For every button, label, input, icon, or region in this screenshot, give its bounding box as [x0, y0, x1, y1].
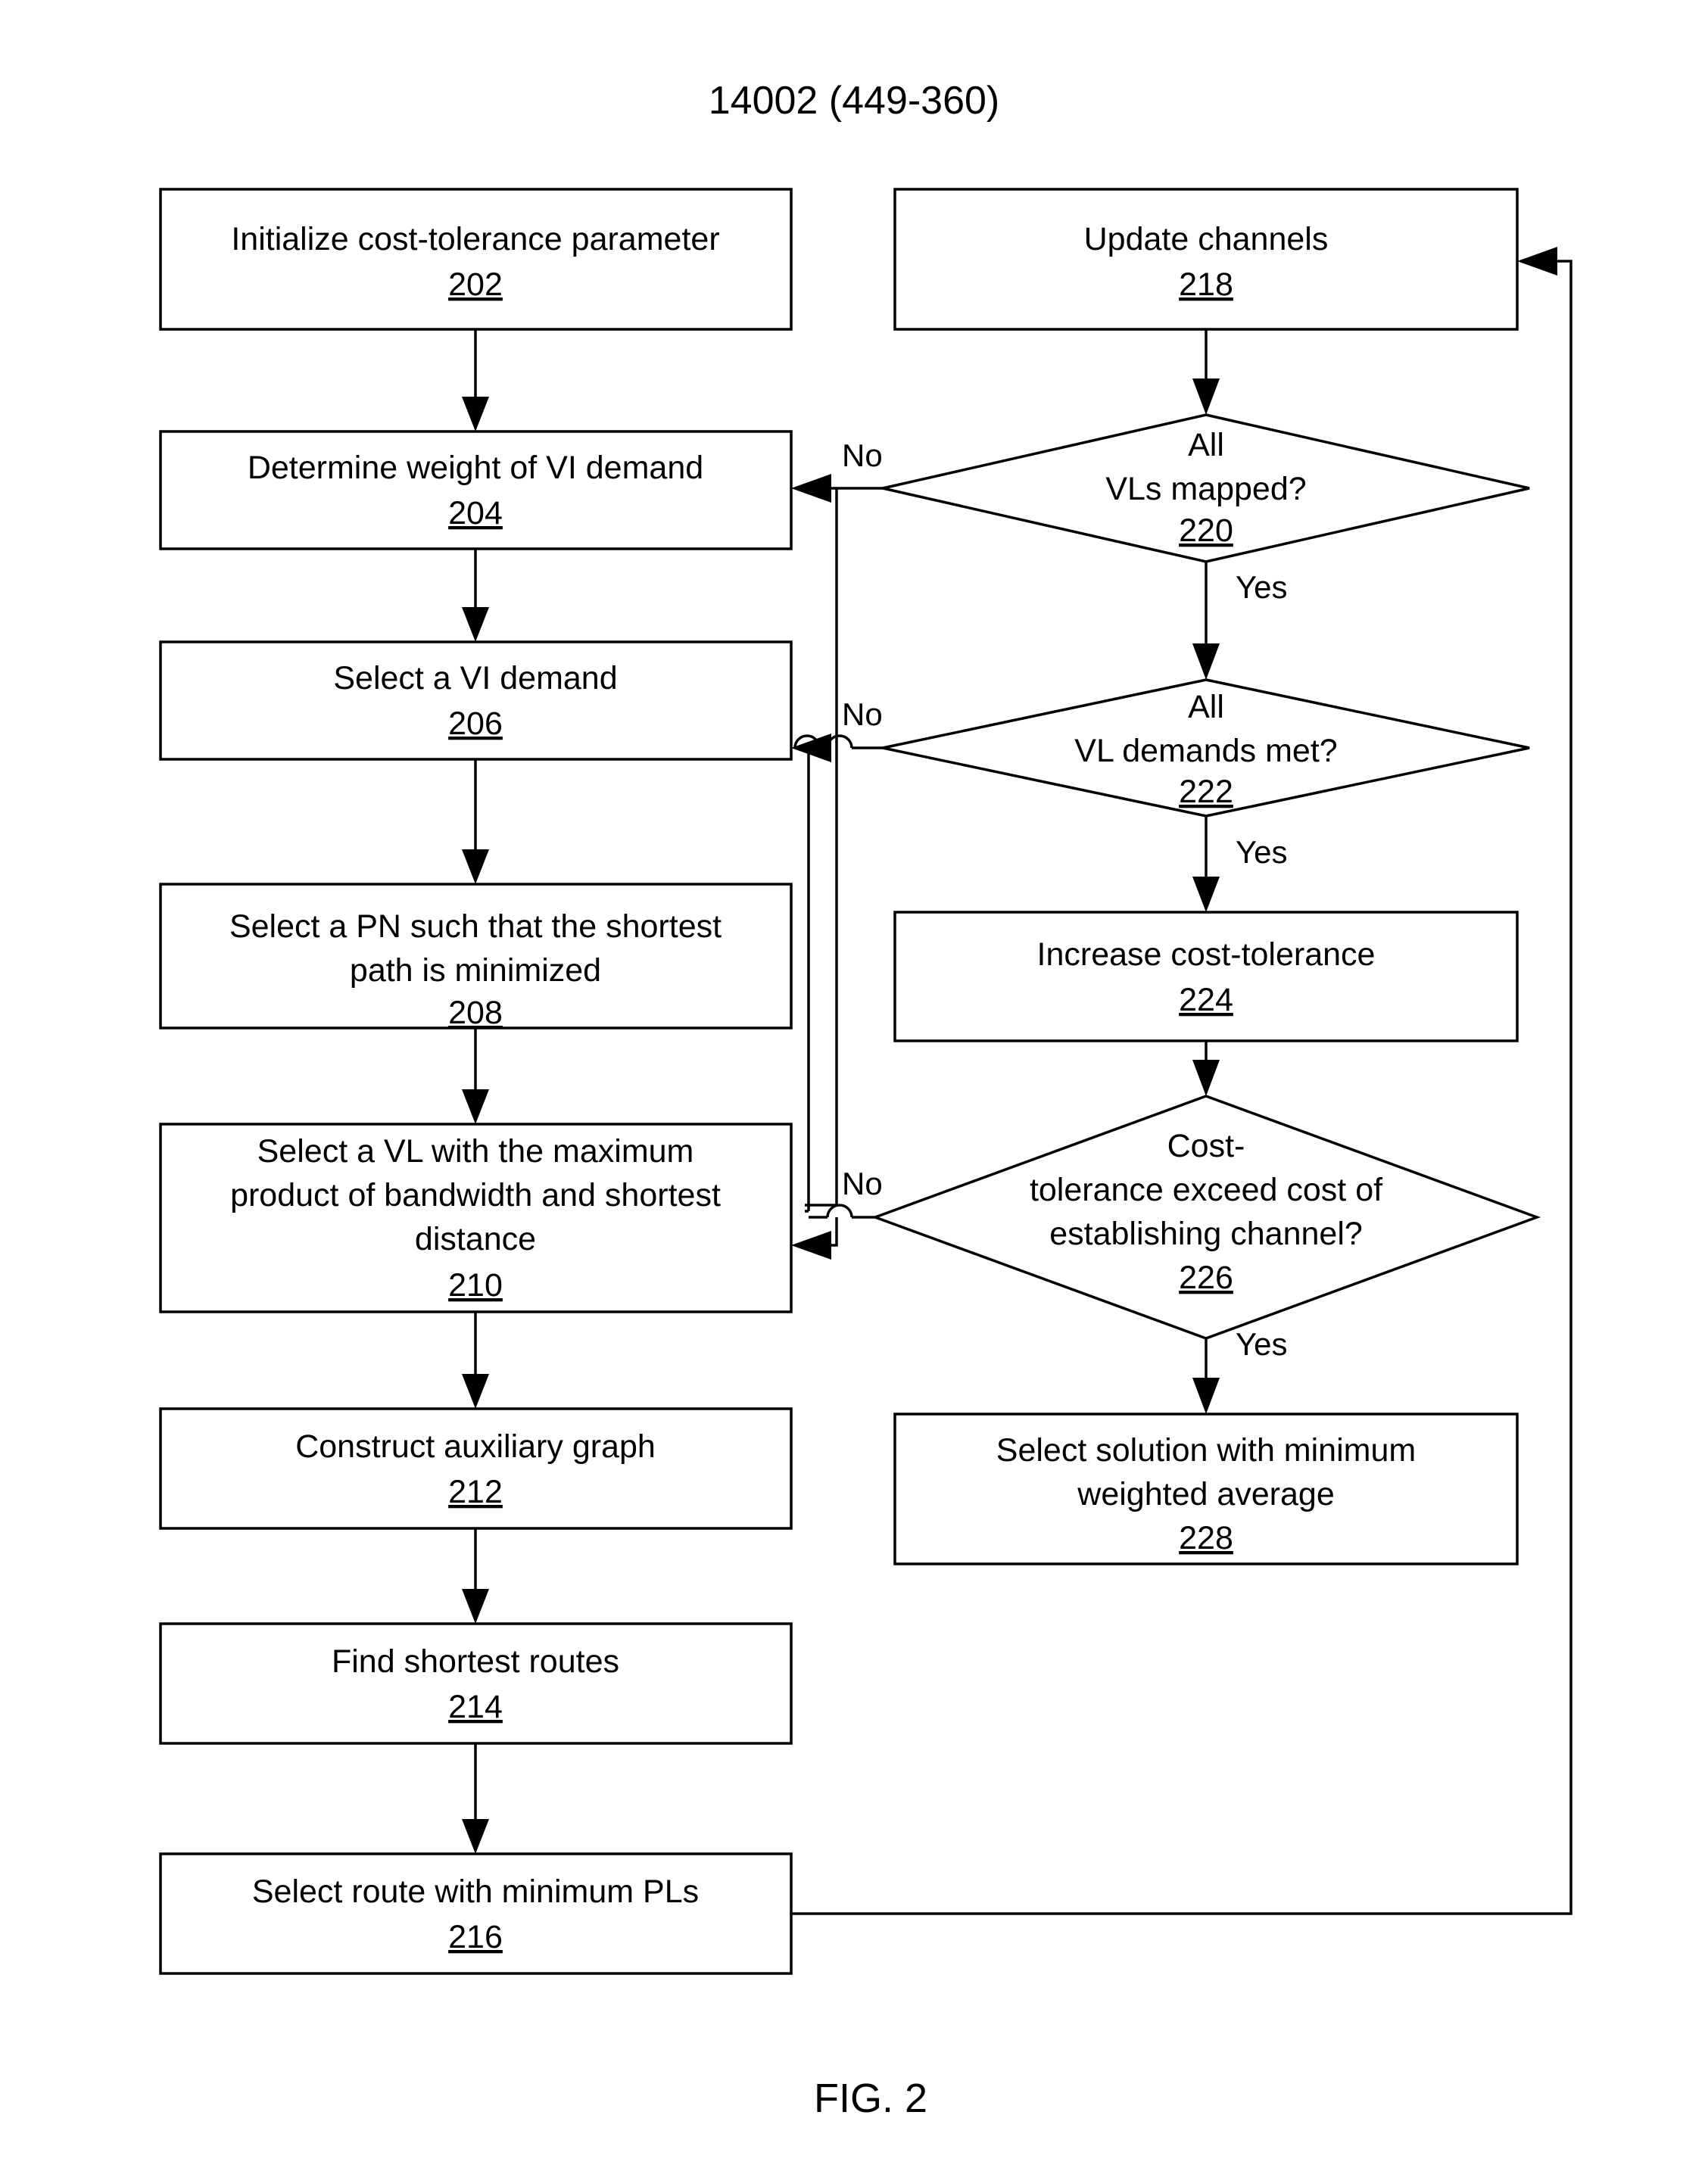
node-218-box: [893, 188, 1519, 331]
node-202-box: [159, 188, 793, 331]
node-218: Update channels 218: [893, 188, 1519, 331]
node-226-number: 226: [1179, 1260, 1233, 1296]
node-228: Select solution with minimum weighted av…: [893, 1413, 1519, 1565]
node-208-label-line2: path is minimized: [350, 952, 601, 989]
node-228-number: 228: [1179, 1520, 1233, 1556]
edge-218-to-220: [1192, 329, 1220, 415]
node-220-label-line1: All: [1188, 427, 1224, 463]
edge-226-to-228: Yes: [1192, 1326, 1288, 1414]
node-210-label-line1: Select a VL with the maximum: [257, 1133, 694, 1170]
node-208-label-line1: Select a PN such that the shortest: [229, 908, 722, 945]
node-226-label-line1: Cost-: [1167, 1128, 1245, 1164]
edge-label-no-222: No: [842, 696, 883, 732]
edge-220-to-222: Yes: [1192, 562, 1288, 680]
arrowhead-icon: [462, 849, 489, 884]
node-210-number: 210: [448, 1267, 503, 1304]
arrowhead-icon: [1517, 247, 1557, 276]
node-228-label-line1: Select solution with minimum: [996, 1432, 1416, 1469]
node-208-number: 208: [448, 995, 503, 1031]
node-222-label-line2: VL demands met?: [1074, 733, 1337, 769]
node-214-box: [159, 1622, 793, 1745]
node-210-label-line2: product of bandwidth and shortest: [230, 1177, 721, 1213]
arrowhead-icon: [462, 1374, 489, 1409]
arrowhead-icon: [462, 1819, 489, 1854]
edge-206-to-208: [462, 759, 489, 884]
edge-222-to-224: Yes: [1192, 816, 1288, 912]
figure-caption: FIG. 2: [814, 2076, 927, 2121]
node-224-number: 224: [1179, 982, 1233, 1018]
node-212-number: 212: [448, 1474, 503, 1510]
node-224: Increase cost-tolerance 224: [893, 911, 1519, 1042]
node-204-number: 204: [448, 495, 503, 531]
node-222: All VL demands met? 222: [882, 678, 1530, 818]
page-title: 14002 (449-360): [709, 79, 1000, 123]
node-214-label: Find shortest routes: [332, 1643, 619, 1680]
node-204-label: Determine weight of VI demand: [248, 450, 703, 486]
arrowhead-icon: [1192, 643, 1220, 680]
node-210-label-line3: distance: [415, 1221, 536, 1257]
node-228-label-line2: weighted average: [1077, 1476, 1334, 1512]
arrowhead-icon: [1192, 877, 1220, 912]
edge-214-to-216: [462, 1743, 489, 1854]
edge-208-to-210: [462, 1028, 489, 1124]
node-204: Determine weight of VI demand 204: [159, 430, 793, 550]
node-206-number: 206: [448, 706, 503, 742]
node-218-number: 218: [1179, 266, 1233, 303]
arrowhead-icon: [462, 1089, 489, 1124]
node-220-number: 220: [1179, 512, 1233, 549]
node-224-label: Increase cost-tolerance: [1037, 936, 1376, 973]
arrowhead-icon: [462, 397, 489, 431]
node-216-box: [159, 1852, 793, 1975]
node-212-label: Construct auxiliary graph: [295, 1428, 656, 1465]
node-222-number: 222: [1179, 774, 1233, 810]
node-214: Find shortest routes 214: [159, 1622, 793, 1745]
edge-224-to-226: [1192, 1041, 1220, 1096]
edge-label-yes-220: Yes: [1236, 569, 1288, 605]
node-208: Select a PN such that the shortest path …: [159, 883, 793, 1031]
arrowhead-icon: [791, 1231, 831, 1260]
edge-202-to-204: [462, 329, 489, 431]
edge-210-to-212: [462, 1312, 489, 1409]
arrowhead-icon: [1192, 1060, 1220, 1096]
node-216: Select route with minimum PLs 216: [159, 1852, 793, 1975]
node-214-number: 214: [448, 1689, 503, 1725]
arrowhead-icon: [1192, 378, 1220, 415]
node-206: Select a VI demand 206: [159, 640, 793, 761]
node-202: Initialize cost-tolerance parameter 202: [159, 188, 793, 331]
edge-label-no-226: No: [842, 1166, 883, 1201]
node-224-box: [893, 911, 1519, 1042]
node-212-box: [159, 1407, 793, 1530]
edge-label-yes-222: Yes: [1236, 834, 1288, 870]
patent-figure-page: 14002 (449-360) Initialize cost-toleranc…: [0, 0, 1708, 2168]
flowchart-canvas: 14002 (449-360) Initialize cost-toleranc…: [159, 79, 1572, 2121]
node-216-label: Select route with minimum PLs: [252, 1874, 699, 1910]
node-226: Cost- tolerance exceed cost of establish…: [871, 1095, 1541, 1340]
arrowhead-icon: [1192, 1378, 1220, 1414]
arrowhead-icon: [791, 474, 831, 503]
node-226-label-line3: establishing channel?: [1049, 1216, 1363, 1252]
arrowhead-icon: [462, 1589, 489, 1624]
edge-204-to-206: [462, 549, 489, 642]
arrowhead-icon: [462, 607, 489, 642]
node-220-label-line2: VLs mapped?: [1105, 471, 1306, 507]
node-226-label-line2: tolerance exceed cost of: [1030, 1172, 1383, 1208]
node-222-label-line1: All: [1188, 689, 1224, 725]
edge-label-no-220: No: [842, 438, 883, 473]
node-218-label: Update channels: [1084, 221, 1329, 257]
feedback-trunk-lines: [805, 488, 838, 1213]
node-202-number: 202: [448, 266, 503, 303]
node-212: Construct auxiliary graph 212: [159, 1407, 793, 1530]
node-210: Select a VL with the maximum product of …: [159, 1123, 793, 1313]
edge-label-yes-226: Yes: [1236, 1326, 1288, 1362]
node-216-number: 216: [448, 1919, 503, 1955]
edge-212-to-214: [462, 1528, 489, 1624]
node-206-label: Select a VI demand: [333, 660, 617, 696]
node-220: All VLs mapped? 220: [882, 413, 1530, 563]
node-202-label: Initialize cost-tolerance parameter: [231, 221, 719, 257]
